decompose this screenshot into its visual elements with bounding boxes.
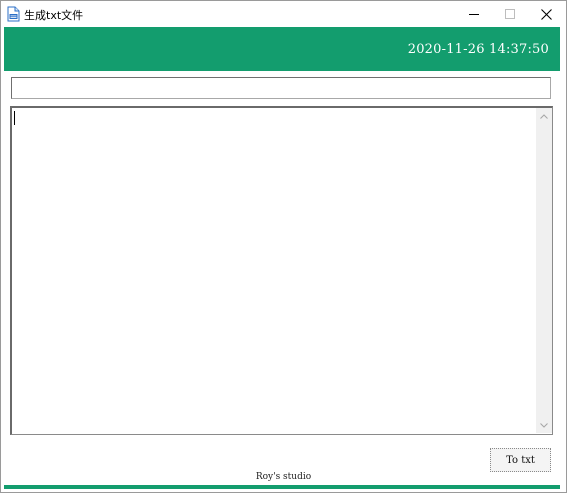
text-caret <box>14 111 15 125</box>
scroll-up-button[interactable] <box>536 108 552 124</box>
footer-bar <box>4 485 560 489</box>
text-editor-frame <box>10 106 553 435</box>
to-txt-button[interactable]: To txt <box>490 448 551 472</box>
scroll-down-button[interactable] <box>536 417 552 433</box>
path-input[interactable] <box>11 77 551 99</box>
header-bar: 2020-11-26 14:37:50 <box>4 27 560 71</box>
studio-credit: Roy's studio <box>255 472 312 482</box>
vertical-scrollbar[interactable] <box>536 108 552 433</box>
minimize-icon <box>469 14 479 15</box>
chevron-down-icon <box>540 422 548 428</box>
close-button[interactable] <box>528 1 564 27</box>
close-icon <box>540 8 552 20</box>
chevron-up-icon <box>540 113 548 119</box>
title-bar[interactable]: 生成txt文件 <box>1 1 566 27</box>
text-editor[interactable] <box>12 108 536 433</box>
minimize-button[interactable] <box>456 1 492 27</box>
datetime-display: 2020-11-26 14:37:50 <box>407 42 549 57</box>
window-title: 生成txt文件 <box>24 9 84 22</box>
app-window: 生成txt文件 2020-11-26 14:37:50 To txt Roy's… <box>0 0 567 493</box>
document-icon <box>7 6 20 22</box>
maximize-button[interactable] <box>492 1 528 27</box>
maximize-icon <box>505 9 515 19</box>
